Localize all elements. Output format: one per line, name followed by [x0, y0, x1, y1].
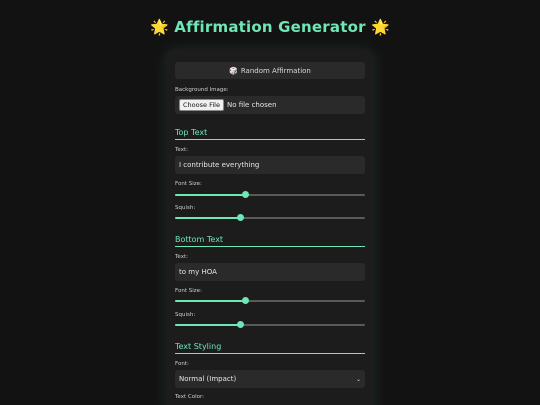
star-icon: 🌟	[149, 18, 169, 36]
top-font-size-label: Font Size:	[175, 181, 202, 187]
slider-thumb[interactable]	[241, 297, 249, 304]
top-squish-slider[interactable]	[175, 214, 365, 221]
text-color-label: Text Color:	[175, 394, 204, 400]
bottom-font-size-slider[interactable]	[175, 297, 365, 304]
top-text-label: Text:	[175, 147, 188, 153]
choose-file-button[interactable]: Choose File	[179, 99, 224, 111]
random-affirmation-button[interactable]: 🎲 Random Affirmation	[175, 62, 365, 79]
slider-fill	[175, 193, 245, 196]
slider-fill	[175, 299, 245, 302]
dice-icon: 🎲	[229, 66, 238, 75]
top-text-input[interactable]: I contribute everything	[175, 156, 365, 174]
control-panel: 🎲 Random Affirmation Background Image: C…	[166, 50, 374, 405]
page-title-text: Affirmation Generator	[174, 18, 366, 36]
bottom-text-heading: Bottom Text	[175, 235, 365, 247]
slider-thumb[interactable]	[236, 321, 244, 328]
page-title: 🌟 Affirmation Generator 🌟	[0, 18, 540, 36]
page: 🌟 Affirmation Generator 🌟 🎲 Random Affir…	[0, 0, 540, 405]
star-icon: 🌟	[371, 18, 391, 36]
text-styling-heading: Text Styling	[175, 342, 365, 354]
background-file-input[interactable]: Choose File No file chosen	[175, 96, 365, 114]
slider-thumb[interactable]	[236, 214, 244, 221]
slider-fill	[175, 323, 240, 326]
top-squish-label: Squish:	[175, 205, 196, 211]
bottom-squish-slider[interactable]	[175, 321, 365, 328]
file-status: No file chosen	[226, 101, 277, 109]
bottom-squish-label: Squish:	[175, 312, 196, 318]
font-label: Font:	[175, 361, 189, 367]
background-image-label: Background Image:	[175, 87, 229, 93]
chevron-down-icon: ⌄	[355, 375, 361, 383]
slider-thumb[interactable]	[241, 191, 249, 198]
font-select[interactable]: Normal (Impact) ⌄	[175, 370, 365, 388]
random-affirmation-label: Random Affirmation	[240, 66, 311, 75]
font-select-value: Normal (Impact)	[179, 375, 237, 383]
bottom-text-input[interactable]: to my HOA	[175, 263, 365, 281]
bottom-text-label: Text:	[175, 254, 188, 260]
top-text-heading: Top Text	[175, 128, 365, 140]
top-font-size-slider[interactable]	[175, 191, 365, 198]
slider-fill	[175, 216, 240, 219]
bottom-font-size-label: Font Size:	[175, 288, 202, 294]
